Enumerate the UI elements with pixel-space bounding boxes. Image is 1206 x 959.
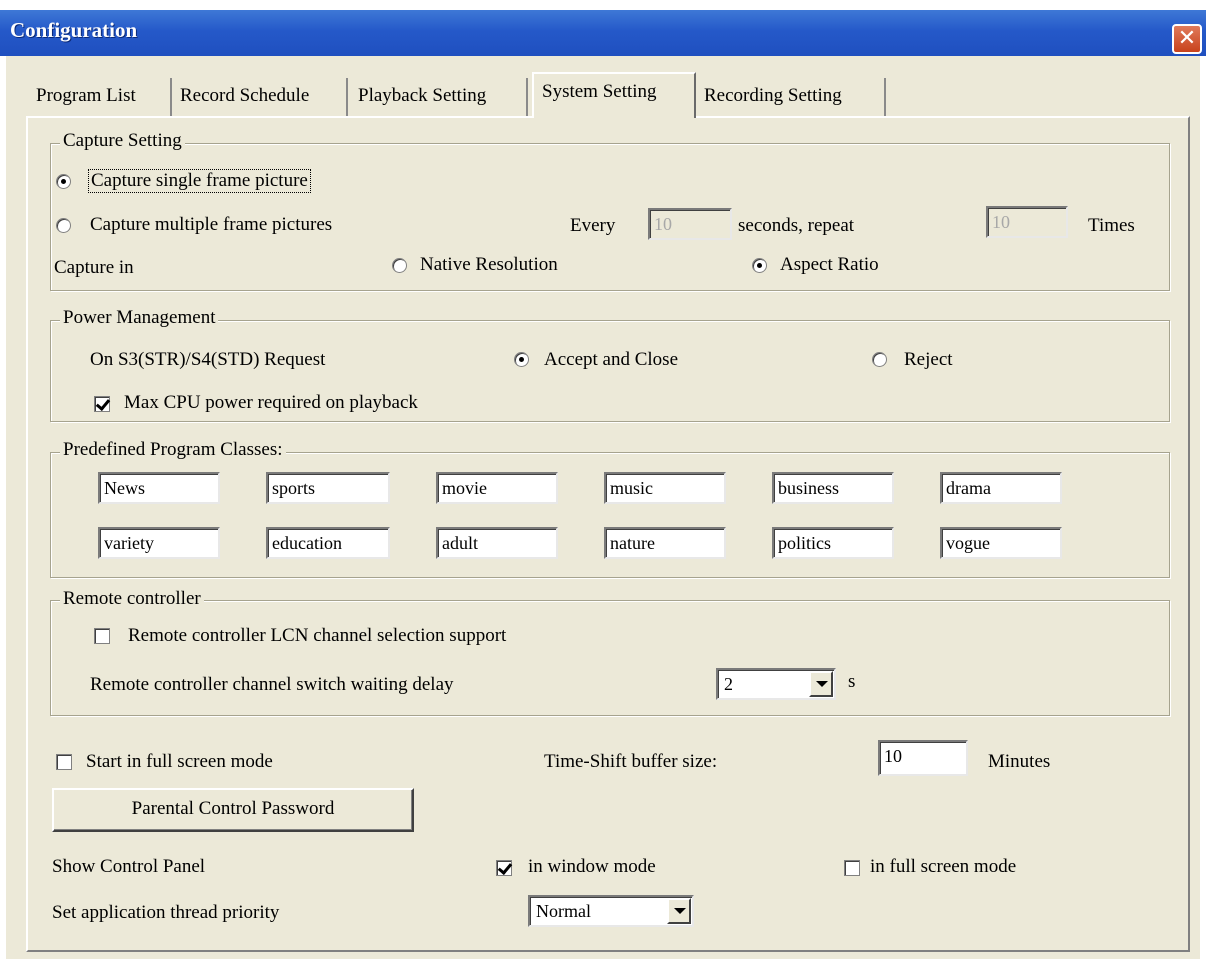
aspect-ratio-label[interactable]: Aspect Ratio	[780, 253, 879, 277]
times-label: Times	[1088, 215, 1135, 236]
max-cpu-label[interactable]: Max CPU power required on playback	[124, 391, 418, 415]
class-input[interactable]: politics	[772, 527, 894, 559]
repeat-times-input[interactable]: 10	[986, 206, 1068, 238]
tab-recording-setting[interactable]: Recording Setting	[704, 78, 886, 118]
class-input[interactable]: education	[266, 527, 390, 559]
power-management-legend: Power Management	[60, 307, 219, 329]
close-button[interactable]: ✕	[1172, 24, 1202, 54]
chevron-down-icon[interactable]	[809, 671, 833, 697]
thread-priority-select[interactable]: Normal	[528, 895, 694, 927]
parental-password-button[interactable]: Parental Control Password	[52, 788, 414, 832]
fullscreen-mode-checkbox[interactable]	[844, 860, 860, 876]
capture-in-label: Capture in	[54, 257, 134, 278]
class-input[interactable]: music	[604, 472, 726, 504]
program-classes-legend: Predefined Program Classes:	[60, 439, 286, 461]
class-input[interactable]: adult	[436, 527, 558, 559]
switch-delay-unit: s	[848, 671, 856, 692]
capture-single-label[interactable]: Capture single frame picture	[88, 169, 311, 193]
reject-radio[interactable]	[872, 352, 887, 367]
class-input[interactable]: News	[98, 472, 220, 504]
lcn-support-checkbox[interactable]	[94, 628, 110, 644]
class-input[interactable]: sports	[266, 472, 390, 504]
tab-label: System Setting	[542, 81, 657, 102]
timeshift-input[interactable]: 10	[878, 740, 968, 776]
accept-close-label[interactable]: Accept and Close	[544, 348, 678, 372]
native-resolution-label[interactable]: Native Resolution	[420, 253, 558, 277]
class-input[interactable]: nature	[604, 527, 726, 559]
timeshift-label: Time-Shift buffer size:	[544, 751, 718, 772]
capture-multiple-label[interactable]: Capture multiple frame pictures	[90, 213, 332, 237]
native-resolution-radio[interactable]	[392, 258, 407, 273]
window-title: Configuration	[10, 18, 138, 42]
capture-multiple-radio[interactable]	[56, 218, 71, 233]
timeshift-unit: Minutes	[988, 751, 1051, 772]
tab-label: Program List	[36, 85, 136, 106]
every-label: Every	[570, 215, 616, 236]
remote-controller-group	[50, 600, 1170, 716]
capture-single-radio[interactable]	[56, 174, 71, 189]
fullscreen-start-checkbox[interactable]	[56, 754, 72, 770]
class-input[interactable]: variety	[98, 527, 220, 559]
max-cpu-checkbox[interactable]	[94, 396, 110, 412]
fullscreen-mode-label[interactable]: in full screen mode	[870, 855, 1016, 879]
class-input[interactable]: business	[772, 472, 894, 504]
window-mode-checkbox[interactable]	[496, 860, 512, 876]
tab-playback-setting[interactable]: Playback Setting	[358, 78, 528, 118]
tab-label: Recording Setting	[704, 85, 842, 106]
seconds-repeat-label: seconds, repeat	[738, 215, 855, 236]
switch-delay-select[interactable]: 2	[716, 668, 836, 700]
tab-label: Record Schedule	[180, 85, 310, 106]
thread-priority-value: Normal	[536, 901, 591, 921]
chevron-down-icon[interactable]	[667, 898, 691, 924]
power-request-label: On S3(STR)/S4(STD) Request	[90, 349, 326, 370]
show-control-panel-label: Show Control Panel	[52, 856, 206, 877]
tab-system-setting[interactable]: System Setting	[532, 72, 696, 118]
title-bar: Configuration ✕	[0, 10, 1206, 56]
capture-setting-legend: Capture Setting	[60, 130, 185, 152]
class-input[interactable]: drama	[940, 472, 1062, 504]
class-input[interactable]: movie	[436, 472, 558, 504]
class-input[interactable]: vogue	[940, 527, 1062, 559]
thread-priority-label: Set application thread priority	[52, 902, 280, 923]
fullscreen-start-label[interactable]: Start in full screen mode	[86, 750, 273, 774]
tab-record-schedule[interactable]: Record Schedule	[180, 78, 348, 118]
switch-delay-value: 2	[724, 674, 733, 694]
tab-label: Playback Setting	[358, 85, 487, 106]
accept-close-radio[interactable]	[514, 352, 529, 367]
lcn-support-label[interactable]: Remote controller LCN channel selection …	[128, 624, 506, 648]
close-icon: ✕	[1177, 26, 1197, 51]
aspect-ratio-radio[interactable]	[752, 258, 767, 273]
reject-label[interactable]: Reject	[904, 348, 953, 372]
every-seconds-input[interactable]: 10	[648, 208, 732, 240]
window-mode-label[interactable]: in window mode	[528, 855, 656, 879]
program-classes-group	[50, 452, 1170, 578]
remote-controller-legend: Remote controller	[60, 588, 204, 610]
switch-delay-label: Remote controller channel switch waiting…	[90, 674, 454, 695]
tab-program-list[interactable]: Program List	[36, 78, 172, 118]
